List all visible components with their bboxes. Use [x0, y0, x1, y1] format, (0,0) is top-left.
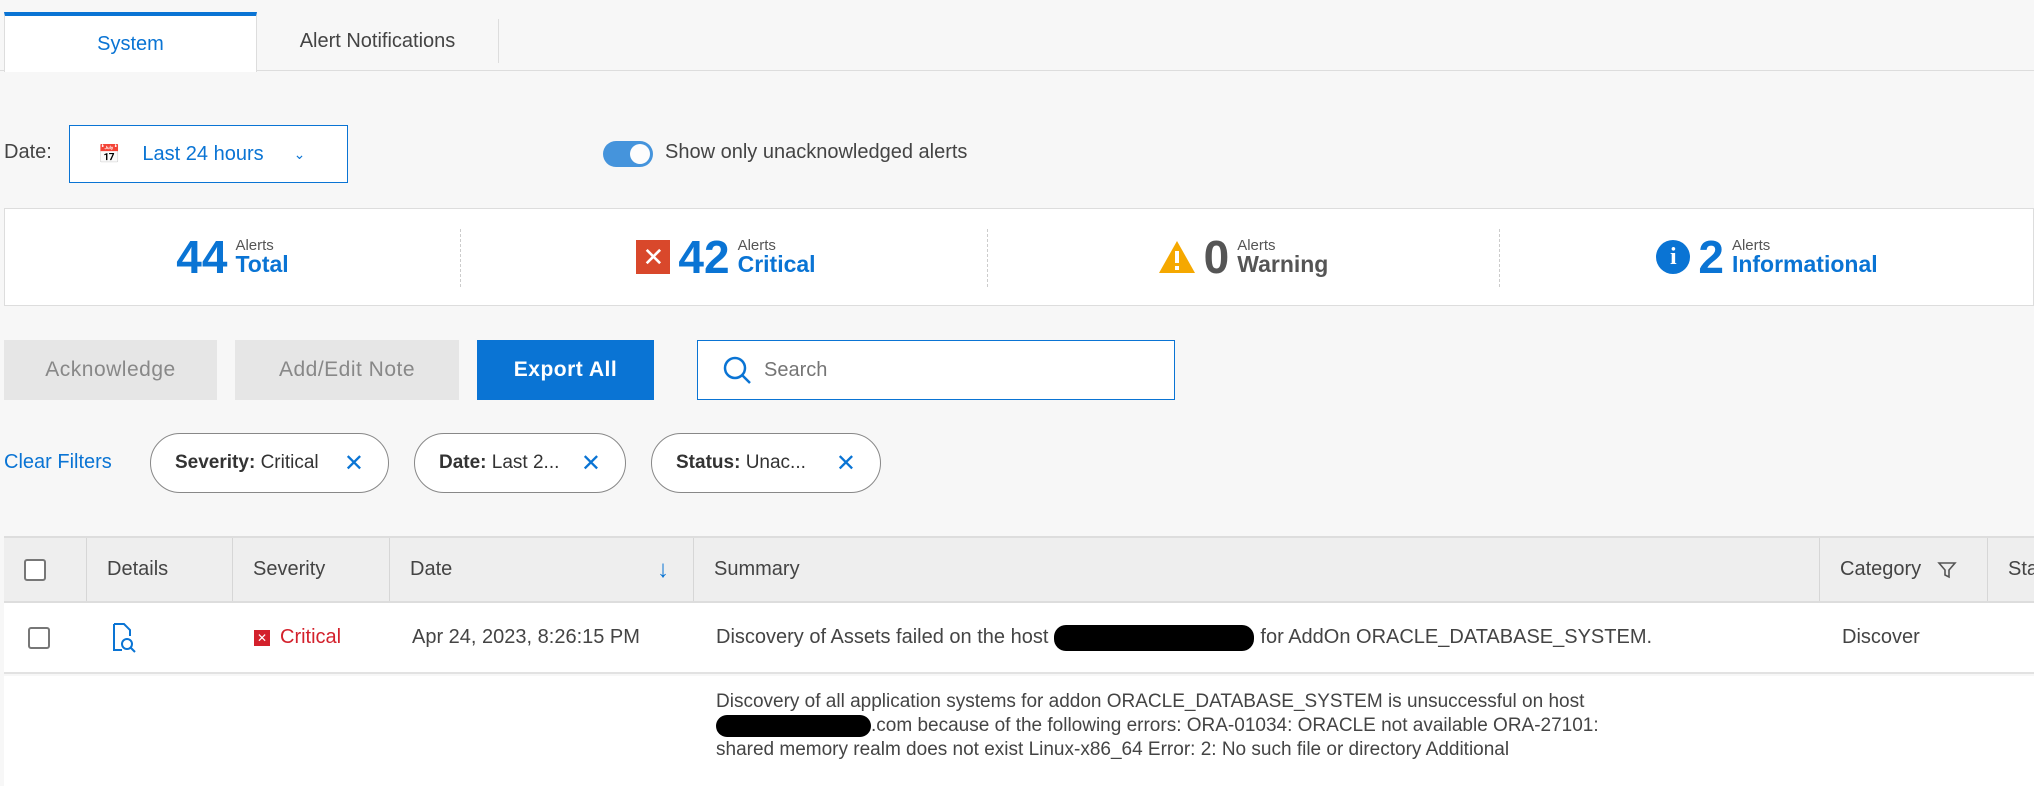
- unacknowledged-toggle[interactable]: [603, 141, 653, 167]
- header-date[interactable]: Date ↓: [390, 538, 694, 601]
- summary-informational: i 2 Alerts Informational: [1499, 209, 2034, 305]
- header-label: Sta: [2008, 558, 2034, 580]
- summary-cell: Discovery of Assets failed on the host fo…: [716, 603, 1652, 672]
- summary-line: Discovery of all application systems for…: [716, 691, 1585, 712]
- summary-warning: 0 Alerts Warning: [987, 209, 1499, 305]
- header-label: Summary: [714, 558, 800, 580]
- summary-total: 44 Alerts Total: [5, 209, 460, 305]
- count: 44: [176, 231, 228, 283]
- calendar-icon: 📅: [98, 143, 121, 164]
- critical-icon: ✕: [254, 629, 270, 646]
- header-severity[interactable]: Severity: [233, 538, 390, 601]
- date-dropdown[interactable]: 📅 Last 24 hours ⌄: [69, 125, 348, 183]
- header-details: Details: [87, 538, 233, 601]
- chip-key: Severity:: [175, 452, 256, 473]
- alert-summary: 44 Alerts Total ✕ 42 Alerts Critical 0 Ale…: [4, 208, 2034, 306]
- count: 2: [1698, 231, 1724, 283]
- export-all-button[interactable]: Export All: [477, 340, 654, 400]
- chip-key: Date:: [439, 452, 487, 473]
- summary-text: Discovery of Assets failed on the host: [716, 626, 1049, 648]
- summary-cell: Discovery of all application systems for…: [716, 690, 1599, 762]
- close-icon[interactable]: ✕: [836, 449, 856, 478]
- search-box[interactable]: [697, 340, 1175, 400]
- chevron-down-icon: ⌄: [293, 145, 306, 162]
- filter-chip-severity[interactable]: Severity: Critical ✕: [150, 433, 389, 493]
- close-icon[interactable]: ✕: [344, 449, 364, 478]
- table-row[interactable]: ✕ Critical Apr 24, 2023, 8:26:15 PM Disco…: [4, 603, 2034, 674]
- summary-line: shared memory realm does not exist Linux…: [716, 739, 1510, 760]
- add-edit-note-button[interactable]: Add/Edit Note: [235, 340, 459, 400]
- warning-icon: [1158, 241, 1195, 273]
- summary-text: for AddOn ORACLE_DATABASE_SYSTEM.: [1260, 626, 1653, 648]
- chip-value: Critical: [260, 452, 319, 473]
- summary-line: .com because of the following errors: OR…: [871, 715, 1599, 736]
- close-icon[interactable]: ✕: [581, 449, 601, 478]
- category-cell: Discover: [1842, 626, 1920, 648]
- date-cell: Apr 24, 2023, 8:26:15 PM: [412, 626, 640, 648]
- count: 42: [678, 231, 730, 283]
- table-row[interactable]: Discovery of all application systems for…: [4, 676, 2034, 786]
- header-label: Category: [1840, 558, 1922, 580]
- table-header: Details Severity Date ↓ Summary Category …: [4, 536, 2034, 603]
- header-category[interactable]: Category: [1820, 538, 1988, 601]
- header-summary[interactable]: Summary: [694, 538, 1820, 601]
- details-icon[interactable]: [108, 622, 138, 654]
- filter-chip-status[interactable]: Status: Unac... ✕: [651, 433, 881, 493]
- sort-down-arrow-icon[interactable]: ↓: [657, 556, 669, 584]
- total-label: Total: [235, 251, 289, 277]
- search-icon: [723, 356, 751, 384]
- header-status[interactable]: Sta: [1988, 538, 2034, 601]
- tab-system[interactable]: System: [4, 12, 257, 72]
- count: 0: [1203, 231, 1230, 283]
- header-label: Details: [107, 558, 169, 580]
- chip-value: Unac...: [745, 452, 806, 473]
- tab-alert-notifications[interactable]: Alert Notifications: [257, 19, 499, 63]
- chip-key: Status:: [676, 452, 741, 473]
- date-label: Date:: [4, 141, 52, 163]
- info-icon: i: [1656, 240, 1691, 274]
- search-input[interactable]: [764, 358, 1144, 382]
- tab-bar: System Alert Notifications: [0, 0, 2034, 72]
- row-checkbox[interactable]: [28, 626, 50, 649]
- critical-icon: ✕: [636, 240, 671, 274]
- header-label: Severity: [253, 558, 326, 580]
- chip-value: Last 2...: [491, 452, 560, 473]
- filter-chip-date[interactable]: Date: Last 2... ✕: [414, 433, 626, 493]
- toggle-label: Show only unacknowledged alerts: [665, 141, 968, 163]
- redaction: [716, 714, 871, 737]
- clear-filters-link[interactable]: Clear Filters: [4, 451, 112, 474]
- critical-label: Critical: [737, 251, 816, 277]
- select-all-checkbox[interactable]: [24, 558, 46, 581]
- summary-critical: ✕ 42 Alerts Critical: [460, 209, 992, 305]
- redaction: [1054, 624, 1255, 651]
- filter-icon[interactable]: [1937, 560, 1957, 580]
- informational-label: Informational: [1731, 251, 1878, 277]
- severity-text: Critical: [280, 626, 342, 648]
- acknowledge-button[interactable]: Acknowledge: [4, 340, 217, 400]
- header-select-all: [4, 538, 87, 601]
- date-dropdown-value: Last 24 hours: [142, 142, 264, 165]
- warning-label: Warning: [1237, 251, 1329, 277]
- header-label: Date: [410, 558, 453, 580]
